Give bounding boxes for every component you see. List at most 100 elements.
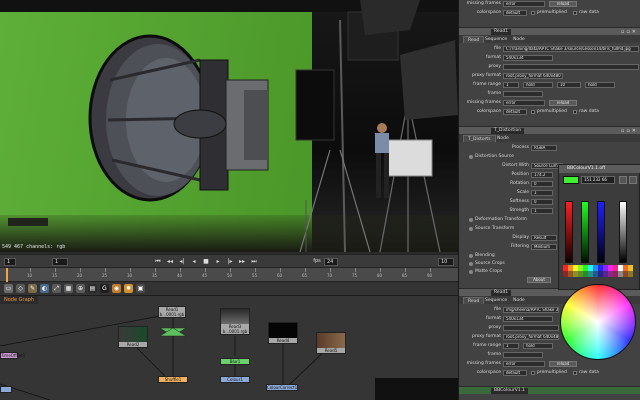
first-frame-icon[interactable]: ⏮ [154, 258, 162, 266]
node-graph-tab[interactable]: Node Graph [0, 296, 38, 304]
colour-picker-title[interactable]: BBColourV1.1.off [559, 165, 640, 173]
filtering-select[interactable]: Medium [531, 244, 557, 250]
read2-raw-data-checkbox[interactable] [573, 371, 577, 375]
next-key-icon[interactable]: ▸▸ [238, 258, 246, 266]
particles-icon[interactable]: ✹ [124, 284, 133, 293]
read1-premultiplied-checkbox[interactable] [531, 110, 535, 114]
read1-proxy-field[interactable] [503, 64, 639, 70]
colour-value-field[interactable]: 151 232 66 [581, 176, 615, 184]
step-back-icon[interactable]: ◂| [178, 258, 186, 266]
read1-range-mode2[interactable]: hold [585, 82, 615, 88]
source-transform-toggle[interactable] [469, 227, 473, 231]
read2-missing-frames[interactable]: error [503, 361, 545, 367]
transform-icon[interactable]: ⤢ [52, 284, 61, 293]
read2-colorspace[interactable]: default [503, 370, 527, 376]
read1-proxy-format-select[interactable]: root.proxy_format 640x480 [503, 73, 563, 79]
read2-proxy-field[interactable] [503, 325, 559, 331]
colour-picker-popup[interactable]: BBColourV1.1.off 151 232 66 [558, 164, 640, 290]
read1-panel-header[interactable]: Read1 ▫▫✕ [459, 27, 640, 35]
prev-key-icon[interactable]: ◂◂ [166, 258, 174, 266]
eyedropper-icon[interactable] [619, 176, 627, 184]
deformation-transform-toggle[interactable] [469, 218, 473, 222]
blending-toggle[interactable] [469, 254, 473, 258]
colour-swatch[interactable] [628, 271, 633, 277]
read1-file-field[interactable]: C:/Training/data/APTC Shake 3/source/Les… [503, 46, 639, 52]
read1-range-mode[interactable]: hold [523, 82, 553, 88]
merge-icon[interactable]: ⊕ [76, 284, 85, 293]
reload-button[interactable]: reload [549, 1, 577, 7]
blue-slider[interactable] [597, 201, 605, 263]
g-logo-icon[interactable]: G [100, 284, 109, 293]
read2-proxy-format-select[interactable]: root.proxy_format 640x480 [503, 334, 559, 340]
tab-distort-node[interactable]: Node [493, 135, 513, 142]
read2-tab-sequence[interactable]: Sequence [481, 297, 511, 304]
source-crops-toggle[interactable] [469, 262, 473, 266]
frame-current-field[interactable]: 1 [52, 258, 68, 266]
softness-field[interactable]: 0 [531, 199, 553, 205]
colour-wheel[interactable] [560, 284, 636, 360]
read1-range-end[interactable]: 10 [557, 82, 581, 88]
node-colour1[interactable]: Colour1 [220, 376, 250, 383]
matte-crops-toggle[interactable] [469, 270, 473, 274]
node-colour-correct[interactable]: ColourCorrect1 [266, 384, 298, 391]
3d-icon[interactable]: ◉ [112, 284, 121, 293]
node-read2[interactable]: Read2 [118, 326, 148, 348]
tab-node[interactable]: Node [509, 36, 529, 43]
gizmo-icon[interactable]: ▤ [88, 284, 97, 293]
rotation-field[interactable]: 0 [531, 181, 553, 187]
raw-data-checkbox[interactable] [573, 11, 577, 15]
missing-frames-select[interactable]: error [503, 1, 545, 7]
read1-colorspace[interactable]: default [503, 109, 527, 115]
other-icon[interactable]: ▣ [136, 284, 145, 293]
display-select[interactable]: Result [531, 235, 557, 241]
read2-tab-node[interactable]: Node [509, 297, 529, 304]
frame-out-field[interactable]: 10 [438, 258, 454, 266]
node-read5[interactable]: Read5 [316, 332, 346, 354]
play-backward-icon[interactable]: ◂ [190, 258, 198, 266]
frame-in-field[interactable]: 1 [4, 258, 16, 266]
stop-icon[interactable]: ■ [202, 258, 210, 266]
premultiplied-checkbox[interactable] [531, 11, 535, 15]
colour-icon[interactable]: ◐ [40, 284, 49, 293]
red-slider[interactable] [565, 201, 573, 263]
picker-options-icon[interactable] [629, 176, 637, 184]
node-shuffle[interactable]: Shuffle1 [158, 376, 188, 383]
node-time-offset[interactable]: TimeOffset1 [0, 352, 25, 359]
read2-range-start[interactable]: 1 [503, 343, 519, 349]
node-graph[interactable]: Node Graph Read1 b...0001.rgb Read2 Read… [0, 296, 458, 400]
read2-range-mode[interactable]: hold [523, 343, 553, 349]
read2-file-field[interactable]: img/sheena/APTC Shake 3/source [503, 307, 559, 313]
scale-field[interactable]: 1 [531, 190, 553, 196]
last-frame-icon[interactable]: ⏭ [250, 258, 258, 266]
read1-reload-button[interactable]: reload [549, 100, 577, 106]
colorspace-select[interactable]: default [503, 10, 527, 16]
value-slider[interactable] [619, 201, 627, 263]
bbcolour-panel-header[interactable]: BBColourV1.1 [459, 386, 640, 394]
read1-frame-field[interactable] [503, 91, 543, 97]
shape-icon[interactable]: ◇ [16, 284, 25, 293]
step-forward-icon[interactable]: |▸ [226, 258, 234, 266]
process-select[interactable]: RGBA [531, 145, 557, 151]
play-forward-icon[interactable]: ▸ [214, 258, 222, 266]
select-icon[interactable]: ▭ [4, 284, 13, 293]
read1-raw-data-checkbox[interactable] [573, 110, 577, 114]
colour-swatch-grid[interactable] [563, 265, 633, 277]
read2-reload-button[interactable]: reload [549, 361, 577, 367]
node-read4[interactable]: Read4 [268, 322, 298, 344]
node-offscreen[interactable] [0, 386, 12, 393]
read1-range-start[interactable]: 1 [503, 82, 519, 88]
node-blur[interactable]: Blur1 [220, 358, 250, 365]
timeline-ruler[interactable]: 10 15 20 25 30 35 40 45 50 55 60 65 70 75 80 85 90 [0, 268, 458, 282]
node-read1[interactable]: Read1 b...0001.rgb [158, 306, 186, 318]
green-slider[interactable] [581, 201, 589, 263]
read1-format-select[interactable]: 540x134 [503, 55, 553, 61]
distortion-source-toggle[interactable] [469, 155, 473, 159]
read1-missing-frames[interactable]: error [503, 100, 545, 106]
node-read3[interactable]: Read3 b...0001.rgb [220, 308, 250, 335]
fps-field[interactable]: 24 [324, 258, 338, 266]
read2-frame-field[interactable] [503, 352, 543, 358]
read2-format-select[interactable]: 540x134 [503, 316, 553, 322]
paint-icon[interactable]: ✎ [28, 284, 37, 293]
position-field[interactable]: 174.2 [531, 172, 553, 178]
filter-icon[interactable]: ▦ [64, 284, 73, 293]
